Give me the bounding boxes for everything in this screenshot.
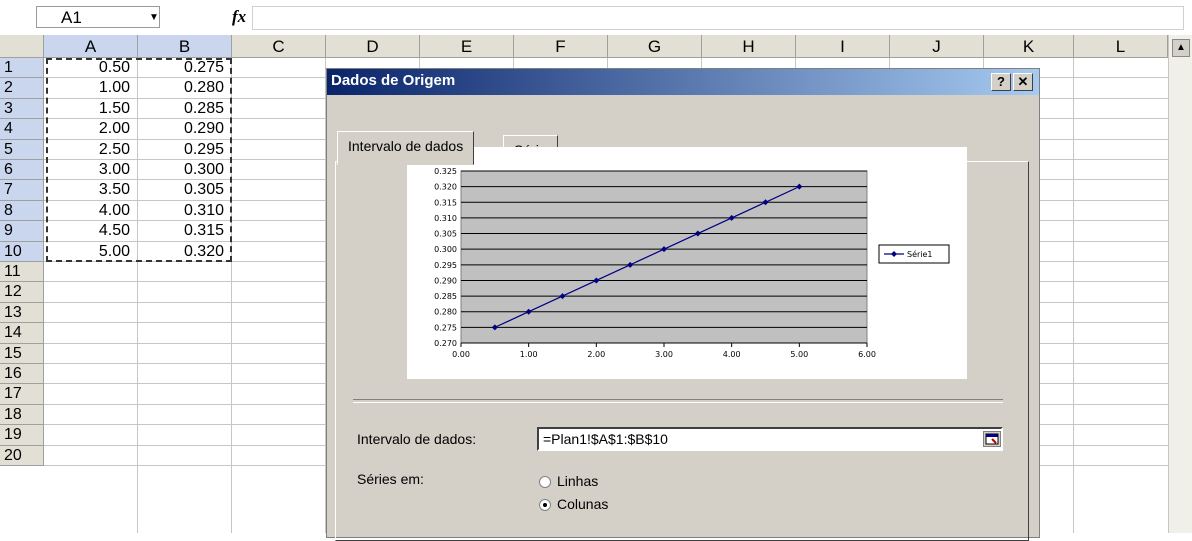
y-tick-label: 0.305: [434, 230, 457, 239]
line-chart: 0.270 0.275 0.280 0.285 0.290 0.295 0.300 0.305…: [434, 167, 950, 359]
radio-rows[interactable]: [539, 476, 551, 488]
tab-data-range[interactable]: Intervalo de dados: [337, 131, 475, 165]
row-header-14[interactable]: 14: [0, 323, 44, 344]
chevron-down-icon[interactable]: ▼: [149, 12, 159, 23]
range-label: Intervalo de dados:: [357, 431, 477, 447]
y-tick-label: 0.310: [434, 214, 457, 223]
row-header-2[interactable]: 2: [0, 78, 44, 99]
column-header-c[interactable]: C: [232, 35, 326, 58]
source-data-dialog: Dados de Origem ? ✕ Intervalo de dados S…: [326, 68, 1040, 541]
row-header-4[interactable]: 4: [0, 119, 44, 140]
series-in-label: Séries em:: [357, 471, 424, 487]
row-header-10[interactable]: 10: [0, 241, 44, 262]
row-header-7[interactable]: 7: [0, 180, 44, 201]
y-tick-label: 0.320: [434, 183, 457, 192]
x-tick-label: 4.00: [723, 350, 741, 359]
y-tick-label: 0.285: [434, 292, 457, 301]
y-tick-label: 0.290: [434, 276, 457, 285]
plot-area: [460, 170, 868, 344]
column-header-b[interactable]: B: [138, 35, 232, 58]
column-header-e[interactable]: E: [420, 35, 514, 58]
radio-columns[interactable]: [539, 499, 551, 511]
name-box[interactable]: A1: [36, 6, 160, 28]
grid-vline: [1073, 58, 1074, 533]
x-tick-label: 6.00: [858, 350, 876, 359]
copy-selection-marquee: [46, 58, 232, 262]
row-header-12[interactable]: 12: [0, 282, 44, 303]
row-header-18[interactable]: 18: [0, 404, 44, 426]
select-all-corner[interactable]: [0, 35, 44, 58]
row-header-6[interactable]: 6: [0, 160, 44, 181]
y-tick-label: 0.280: [434, 308, 457, 317]
dialog-title: Dados de Origem: [331, 72, 456, 89]
row-header-19[interactable]: 19: [0, 425, 44, 446]
radio-columns-label[interactable]: Colunas: [557, 496, 608, 512]
column-header-l[interactable]: L: [1074, 35, 1168, 58]
column-headers: ABCDEFGHIJKL: [0, 35, 1192, 58]
function-icon[interactable]: fx: [232, 7, 246, 27]
row-header-17[interactable]: 17: [0, 384, 44, 405]
y-tick-label: 0.295: [434, 261, 457, 270]
column-header-h[interactable]: H: [702, 35, 796, 58]
y-tick-label: 0.270: [434, 339, 457, 348]
x-tick-label: 5.00: [790, 350, 808, 359]
row-header-15[interactable]: 15: [0, 343, 44, 364]
x-tick-label: 2.00: [587, 350, 605, 359]
help-button[interactable]: ?: [991, 73, 1011, 91]
row-header-20[interactable]: 20: [0, 445, 44, 466]
range-input[interactable]: =Plan1!$A$1:$B$10: [537, 427, 1003, 451]
column-header-k[interactable]: K: [984, 35, 1074, 58]
y-tick-label: 0.275: [434, 323, 457, 332]
scroll-up-icon[interactable]: ▲: [1172, 39, 1190, 57]
x-tick-label: 1.00: [520, 350, 538, 359]
row-header-3[interactable]: 3: [0, 98, 44, 120]
column-header-i[interactable]: I: [796, 35, 890, 58]
collapse-glyph: [985, 433, 999, 445]
column-header-d[interactable]: D: [326, 35, 420, 58]
row-header-16[interactable]: 16: [0, 364, 44, 385]
y-tick-label: 0.325: [434, 167, 457, 176]
collapse-dialog-icon[interactable]: [983, 431, 1001, 447]
column-header-g[interactable]: G: [608, 35, 702, 58]
row-header-8[interactable]: 8: [0, 200, 44, 222]
column-header-a[interactable]: A: [44, 35, 138, 58]
dialog-titlebar[interactable]: Dados de Origem ? ✕: [327, 69, 1039, 95]
row-header-5[interactable]: 5: [0, 139, 44, 160]
x-tick-label: 3.00: [655, 350, 673, 359]
close-button[interactable]: ✕: [1013, 73, 1033, 91]
formula-input[interactable]: [252, 6, 1184, 30]
separator: [353, 399, 1003, 403]
x-tick-label: 0.00: [452, 350, 470, 359]
column-header-f[interactable]: F: [514, 35, 608, 58]
row-header-1[interactable]: 1: [0, 58, 44, 79]
row-header-13[interactable]: 13: [0, 302, 44, 324]
chart-preview: 0.270 0.275 0.280 0.285 0.290 0.295 0.300 0.305…: [407, 147, 967, 379]
legend-label: Série1: [907, 249, 933, 259]
formula-bar: A1 ▼ fx: [0, 0, 1192, 34]
row-header-11[interactable]: 11: [0, 262, 44, 283]
radio-rows-label[interactable]: Linhas: [557, 473, 598, 489]
y-tick-label: 0.300: [434, 245, 457, 254]
row-header-9[interactable]: 9: [0, 221, 44, 242]
vertical-scrollbar[interactable]: ▲: [1168, 35, 1192, 533]
column-header-j[interactable]: J: [890, 35, 984, 58]
y-tick-label: 0.315: [434, 198, 457, 207]
